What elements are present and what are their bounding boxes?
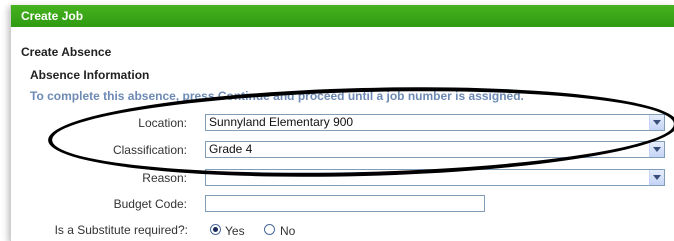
classification-value: Grade 4 [209, 142, 253, 156]
chevron-down-icon[interactable] [649, 115, 664, 130]
substitute-yes-radio[interactable] [210, 224, 221, 235]
substitute-label: Is a Substitute required?: [54, 223, 188, 237]
location-select[interactable]: Sunnyland Elementary 900 [205, 114, 665, 131]
instruction-text: To complete this absence, press Continue… [30, 89, 524, 103]
classification-label: Classification: [112, 143, 187, 157]
location-value: Sunnyland Elementary 900 [209, 115, 354, 129]
classification-select[interactable]: Grade 4 [205, 141, 665, 158]
chevron-down-icon[interactable] [649, 170, 664, 185]
chevron-down-icon[interactable] [649, 142, 664, 157]
budget-code-label: Budget Code: [113, 197, 187, 211]
panel-title: Create Job [11, 5, 674, 27]
section-heading: Create Absence [21, 45, 112, 59]
substitute-no-radio[interactable] [264, 224, 275, 235]
budget-code-input[interactable] [205, 195, 485, 212]
section-subheading: Absence Information [30, 68, 150, 82]
substitute-yes-label: Yes [225, 224, 245, 238]
reason-label: Reason: [142, 171, 187, 185]
location-label: Location: [138, 116, 187, 130]
substitute-no-label: No [280, 224, 296, 238]
reason-select[interactable] [205, 169, 665, 186]
